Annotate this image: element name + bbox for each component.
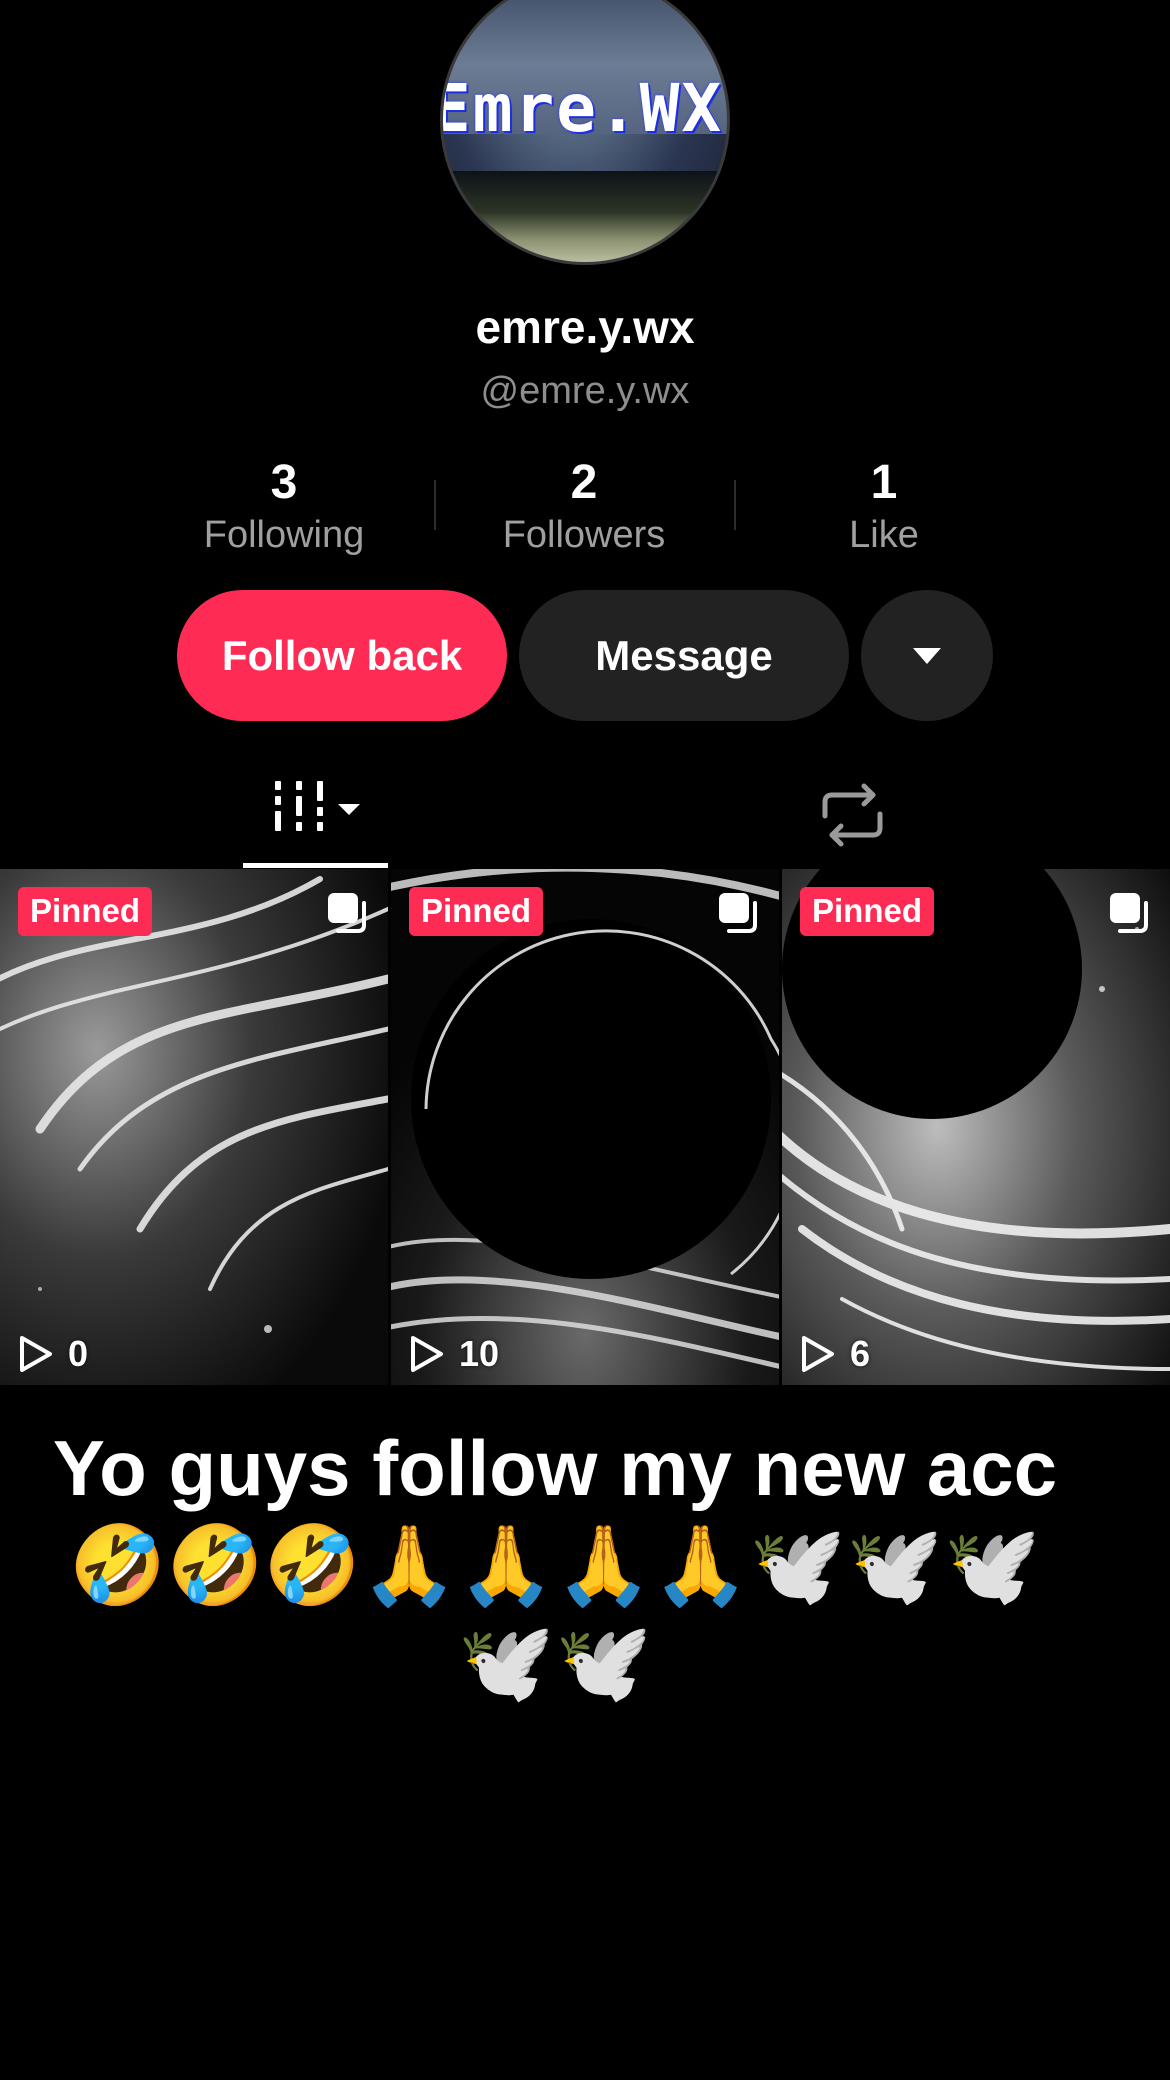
- top-nav-actions: [990, 0, 1120, 10]
- video-grid: Pinned 0 Pinned 10 Pinned 6: [0, 869, 1170, 1385]
- profile-tabs: [0, 765, 1170, 870]
- likes-label: Like: [849, 514, 919, 556]
- back-icon[interactable]: [60, 0, 100, 10]
- thumbnail-image: [391, 869, 779, 1385]
- follow-back-button[interactable]: Follow back: [177, 590, 507, 721]
- followers-count: 2: [570, 456, 598, 509]
- username-handle: @emre.y.wx: [480, 370, 690, 412]
- avatar-ground: [443, 171, 727, 262]
- video-thumbnail[interactable]: Pinned 0: [0, 869, 388, 1385]
- video-thumbnail[interactable]: Pinned 10: [391, 869, 779, 1385]
- avatar[interactable]: Emre.WX: [440, 0, 730, 265]
- play-icon: [20, 1336, 52, 1372]
- more-options-button[interactable]: [861, 590, 993, 721]
- stat-followers[interactable]: 2 Followers: [434, 455, 734, 559]
- active-tab-indicator: [243, 863, 388, 868]
- caret-down-icon: [913, 647, 941, 664]
- pinned-badge: Pinned: [800, 887, 935, 936]
- pinned-badge: Pinned: [18, 887, 153, 936]
- play-icon: [411, 1336, 443, 1372]
- view-count: 6: [800, 1333, 870, 1375]
- pinned-badge: Pinned: [409, 887, 544, 936]
- thumbnail-image: [0, 869, 388, 1385]
- display-name: emre.y.wx: [475, 301, 695, 353]
- profile-stats: 3 Following 2 Followers 1 Like: [0, 455, 1170, 556]
- bell-and-share-icons: [990, 0, 1120, 10]
- following-label: Following: [203, 514, 365, 556]
- videos-grid-icon: [275, 781, 360, 831]
- followers-label: Followers: [502, 514, 666, 556]
- multi-photo-icon: [719, 893, 757, 933]
- view-count-value: 6: [850, 1333, 871, 1374]
- following-count: 3: [270, 456, 298, 509]
- view-count-value: 10: [459, 1333, 500, 1374]
- likes-count: 1: [870, 456, 898, 509]
- view-count: 10: [409, 1333, 499, 1375]
- view-count: 0: [18, 1333, 88, 1375]
- message-button[interactable]: Message: [519, 590, 849, 721]
- view-count-value: 0: [68, 1333, 89, 1374]
- multi-photo-icon: [328, 893, 366, 933]
- tab-videos[interactable]: [243, 765, 388, 865]
- caption-text: Yo guys follow my new acc🤣🤣🤣🙏🙏🙏🙏🕊️🕊️🕊️🕊️…: [52, 1424, 1058, 1706]
- stat-following[interactable]: 3 Following: [134, 455, 434, 559]
- avatar-text: Emre.WX: [440, 70, 724, 147]
- multi-photo-icon: [1110, 893, 1148, 933]
- thumbnail-image: [782, 869, 1170, 1385]
- stat-likes[interactable]: 1 Like: [734, 455, 1034, 559]
- tab-reposts[interactable]: [815, 780, 890, 850]
- video-thumbnail[interactable]: Pinned 6: [782, 869, 1170, 1385]
- repost-icon: [822, 783, 883, 847]
- play-icon: [802, 1336, 834, 1372]
